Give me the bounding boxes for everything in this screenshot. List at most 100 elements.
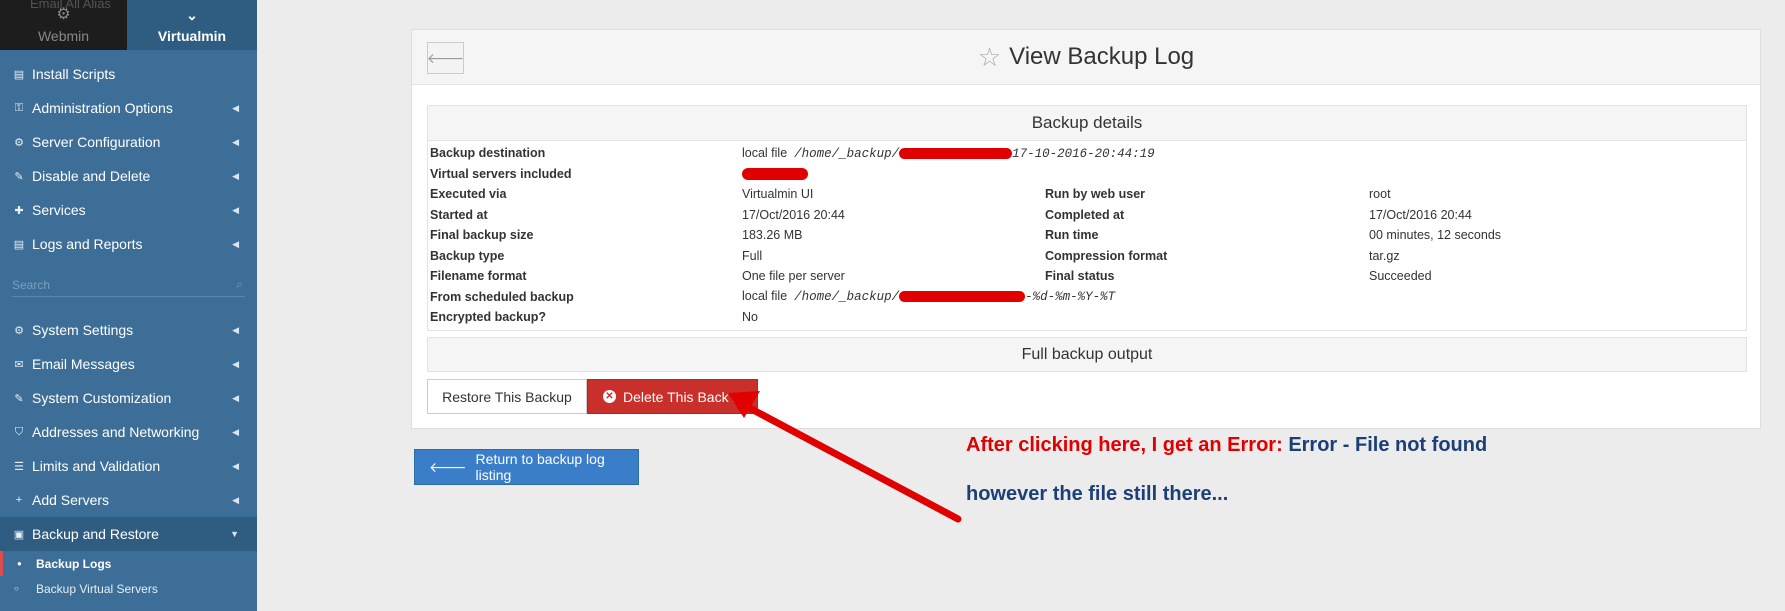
- back-button[interactable]: 🡐: [427, 42, 464, 74]
- puzzle-icon: ✚: [14, 204, 24, 217]
- wrench-icon: ✎: [14, 170, 24, 183]
- chevron-down-icon: ⌄: [186, 7, 198, 23]
- backup-details-heading: Backup details: [428, 106, 1746, 141]
- caret-left-icon: ◀: [232, 204, 239, 215]
- value-final-size: 183.26 MB: [742, 228, 803, 243]
- value-executed-via: Virtualmin UI: [742, 187, 814, 202]
- sidebar-topbar: Email All Alias ⚙ Webmin ⌄ Virtualmin: [0, 0, 257, 50]
- caret-left-icon: ◀: [232, 324, 239, 335]
- value-final-status: Succeeded: [1369, 269, 1432, 284]
- caret-left-icon: ◀: [232, 102, 239, 113]
- label-run-time: Run time: [1045, 228, 1099, 243]
- value-virtual-servers: [742, 167, 808, 181]
- sidebar-item-add-servers[interactable]: + Add Servers ◀: [0, 483, 257, 517]
- sidebar-item-disable-and-delete[interactable]: ✎ Disable and Delete ◀: [0, 159, 257, 193]
- return-to-listing-label: Return to backup log listing: [475, 451, 605, 483]
- caret-left-icon: ◀: [232, 238, 239, 249]
- backup-details-table: Backup details Backup destination local …: [427, 105, 1747, 331]
- sidebar-item-label: Disable and Delete: [32, 168, 151, 184]
- label-run-by: Run by web user: [1045, 187, 1146, 202]
- sidebar-item-label: Addresses and Networking: [32, 424, 200, 440]
- search-placeholder: Search: [12, 277, 51, 292]
- sidebar-item-system-settings[interactable]: ⚙ System Settings ◀: [0, 313, 257, 347]
- sidebar-item-administration-options[interactable]: ⚿ Administration Options ◀: [0, 91, 257, 125]
- sidebar-item-label: Administration Options: [32, 100, 173, 116]
- bullet-filled-icon: ●: [17, 559, 22, 568]
- return-to-listing-button[interactable]: 🡐 Return to backup log listing: [414, 449, 639, 485]
- caret-left-icon: ◀: [232, 136, 239, 147]
- sidebar-item-server-configuration[interactable]: ⚙ Server Configuration ◀: [0, 125, 257, 159]
- tab-virtualmin[interactable]: ⌄ Virtualmin: [127, 0, 257, 50]
- sidebar-item-services[interactable]: ✚ Services ◀: [0, 193, 257, 227]
- value-backup-destination: local file /home/_backup/17-10-2016-20:4…: [742, 146, 1155, 161]
- label-final-size: Final backup size: [430, 228, 534, 243]
- delete-backup-label: Delete This Back: [623, 388, 729, 405]
- value-filename-format: One file per server: [742, 269, 845, 284]
- times-circle-icon: ✕: [603, 390, 616, 403]
- label-encrypted: Encrypted backup?: [430, 310, 546, 325]
- label-scheduled-backup: From scheduled backup: [430, 289, 574, 304]
- panel-header: 🡐 ☆ View Backup Log: [412, 30, 1760, 85]
- value-encrypted: No: [742, 310, 758, 325]
- sidebar-item-addresses-and-networking[interactable]: ⛉ Addresses and Networking ◀: [0, 415, 257, 449]
- star-icon[interactable]: ☆: [978, 42, 1001, 73]
- row-virtual-servers: Virtual servers included: [428, 164, 1746, 185]
- sidebar-item-label: System Customization: [32, 390, 172, 406]
- value-run-time: 00 minutes, 12 seconds: [1369, 228, 1502, 243]
- search-input[interactable]: Search ⌕: [12, 274, 245, 297]
- sidebar-item-system-customization[interactable]: ✎ System Customization ◀: [0, 381, 257, 415]
- page-title: ☆ View Backup Log: [978, 42, 1194, 73]
- sidebar-item-limits-and-validation[interactable]: ☰ Limits and Validation ◀: [0, 449, 257, 483]
- label-backup-destination: Backup destination: [430, 146, 546, 161]
- value-completed-at: 17/Oct/2016 20:44: [1369, 207, 1472, 222]
- label-compression: Compression format: [1045, 248, 1168, 263]
- caret-left-icon: ◀: [232, 426, 239, 437]
- tab-virtualmin-label: Virtualmin: [157, 28, 227, 44]
- list-icon: ☰: [14, 460, 24, 473]
- sidebar-subitem-backup-virtual-servers[interactable]: ○ Backup Virtual Servers: [0, 576, 257, 601]
- redaction-mark: [899, 291, 1026, 303]
- sidebar-item-label: Logs and Reports: [32, 236, 143, 252]
- gear-icon: ⚙: [14, 324, 24, 337]
- row-backup-destination: Backup destination local file /home/_bac…: [428, 143, 1746, 164]
- annotation-error-message: Error - File not found: [1288, 434, 1488, 456]
- row-backup-type: Backup type Full Compression format tar.…: [428, 246, 1746, 267]
- restore-backup-button[interactable]: Restore This Backup: [427, 379, 587, 414]
- caret-down-icon: ▼: [230, 529, 239, 539]
- row-filename-format: Filename format One file per server Fina…: [428, 266, 1746, 287]
- shield-icon: ⛉: [14, 425, 24, 438]
- scripts-icon: ▤: [13, 68, 25, 81]
- search-icon: ⌕: [236, 276, 243, 291]
- sidebar-submenu: ● Backup Logs ○ Backup Virtual Servers: [0, 551, 257, 601]
- value-started-at: 17/Oct/2016 20:44: [742, 207, 845, 222]
- label-started-at: Started at: [430, 207, 488, 222]
- scheduled-path-end: -%d-%m-%Y-%T: [1025, 290, 1116, 305]
- sidebar-item-email-messages[interactable]: ✉ Email Messages ◀: [0, 347, 257, 381]
- sidebar-menu-top: ▤ Install Scripts ⚿ Administration Options ◀…: [0, 57, 257, 261]
- caret-left-icon: ◀: [232, 494, 239, 505]
- row-started-at: Started at 17/Oct/2016 20:44 Completed a…: [428, 205, 1746, 226]
- destination-path-start: /home/_backup/: [794, 146, 900, 161]
- sidebar-item-backup-and-restore[interactable]: ▣ Backup and Restore ▼: [0, 517, 257, 551]
- label-final-status: Final status: [1045, 269, 1115, 284]
- arrow-left-icon: 🡐: [429, 458, 467, 475]
- label-backup-type: Backup type: [430, 248, 505, 263]
- sidebar-item-logs-and-reports[interactable]: ▤ Logs and Reports ◀: [0, 227, 257, 261]
- caret-left-icon: ◀: [232, 392, 239, 403]
- sidebar-subitem-backup-logs[interactable]: ● Backup Logs: [0, 551, 257, 576]
- scheduled-prefix: local file: [742, 289, 788, 304]
- value-scheduled-backup: local file /home/_backup/ -%d-%m-%Y-%T: [742, 289, 1115, 304]
- delete-backup-button[interactable]: ✕ Delete This Back: [587, 379, 758, 414]
- caret-left-icon: ◀: [232, 170, 239, 181]
- caret-left-icon: ◀: [232, 358, 239, 369]
- backup-log-panel: 🡐 ☆ View Backup Log Backup details Backu…: [411, 29, 1761, 429]
- row-executed-via: Executed via Virtualmin UI Run by web us…: [428, 184, 1746, 205]
- sidebar-item-label: Email Messages: [32, 356, 135, 372]
- wrench-icon: ✎: [14, 392, 24, 405]
- sidebar-item-label: Backup and Restore: [32, 526, 159, 542]
- tab-webmin-label: Webmin: [37, 28, 90, 44]
- sidebar-item-install-scripts[interactable]: ▤ Install Scripts: [0, 57, 257, 91]
- caret-left-icon: ◀: [232, 460, 239, 471]
- sidebar-search[interactable]: Search ⌕: [0, 261, 257, 309]
- sidebar-subitem-label: Backup Virtual Servers: [36, 581, 158, 596]
